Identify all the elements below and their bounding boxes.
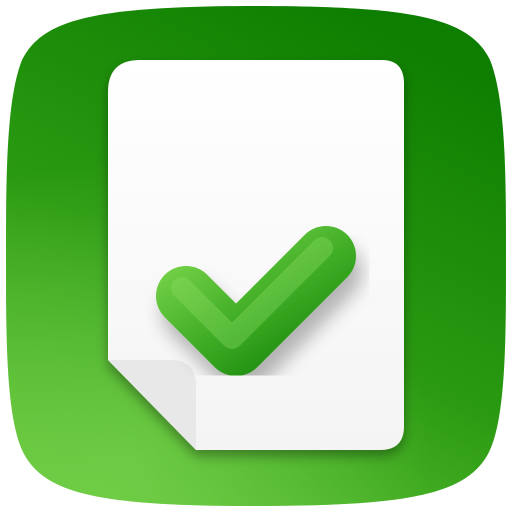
- app-icon-canvas: [0, 0, 512, 512]
- document-page-icon: [108, 60, 404, 450]
- document-check-app-icon: [6, 6, 506, 506]
